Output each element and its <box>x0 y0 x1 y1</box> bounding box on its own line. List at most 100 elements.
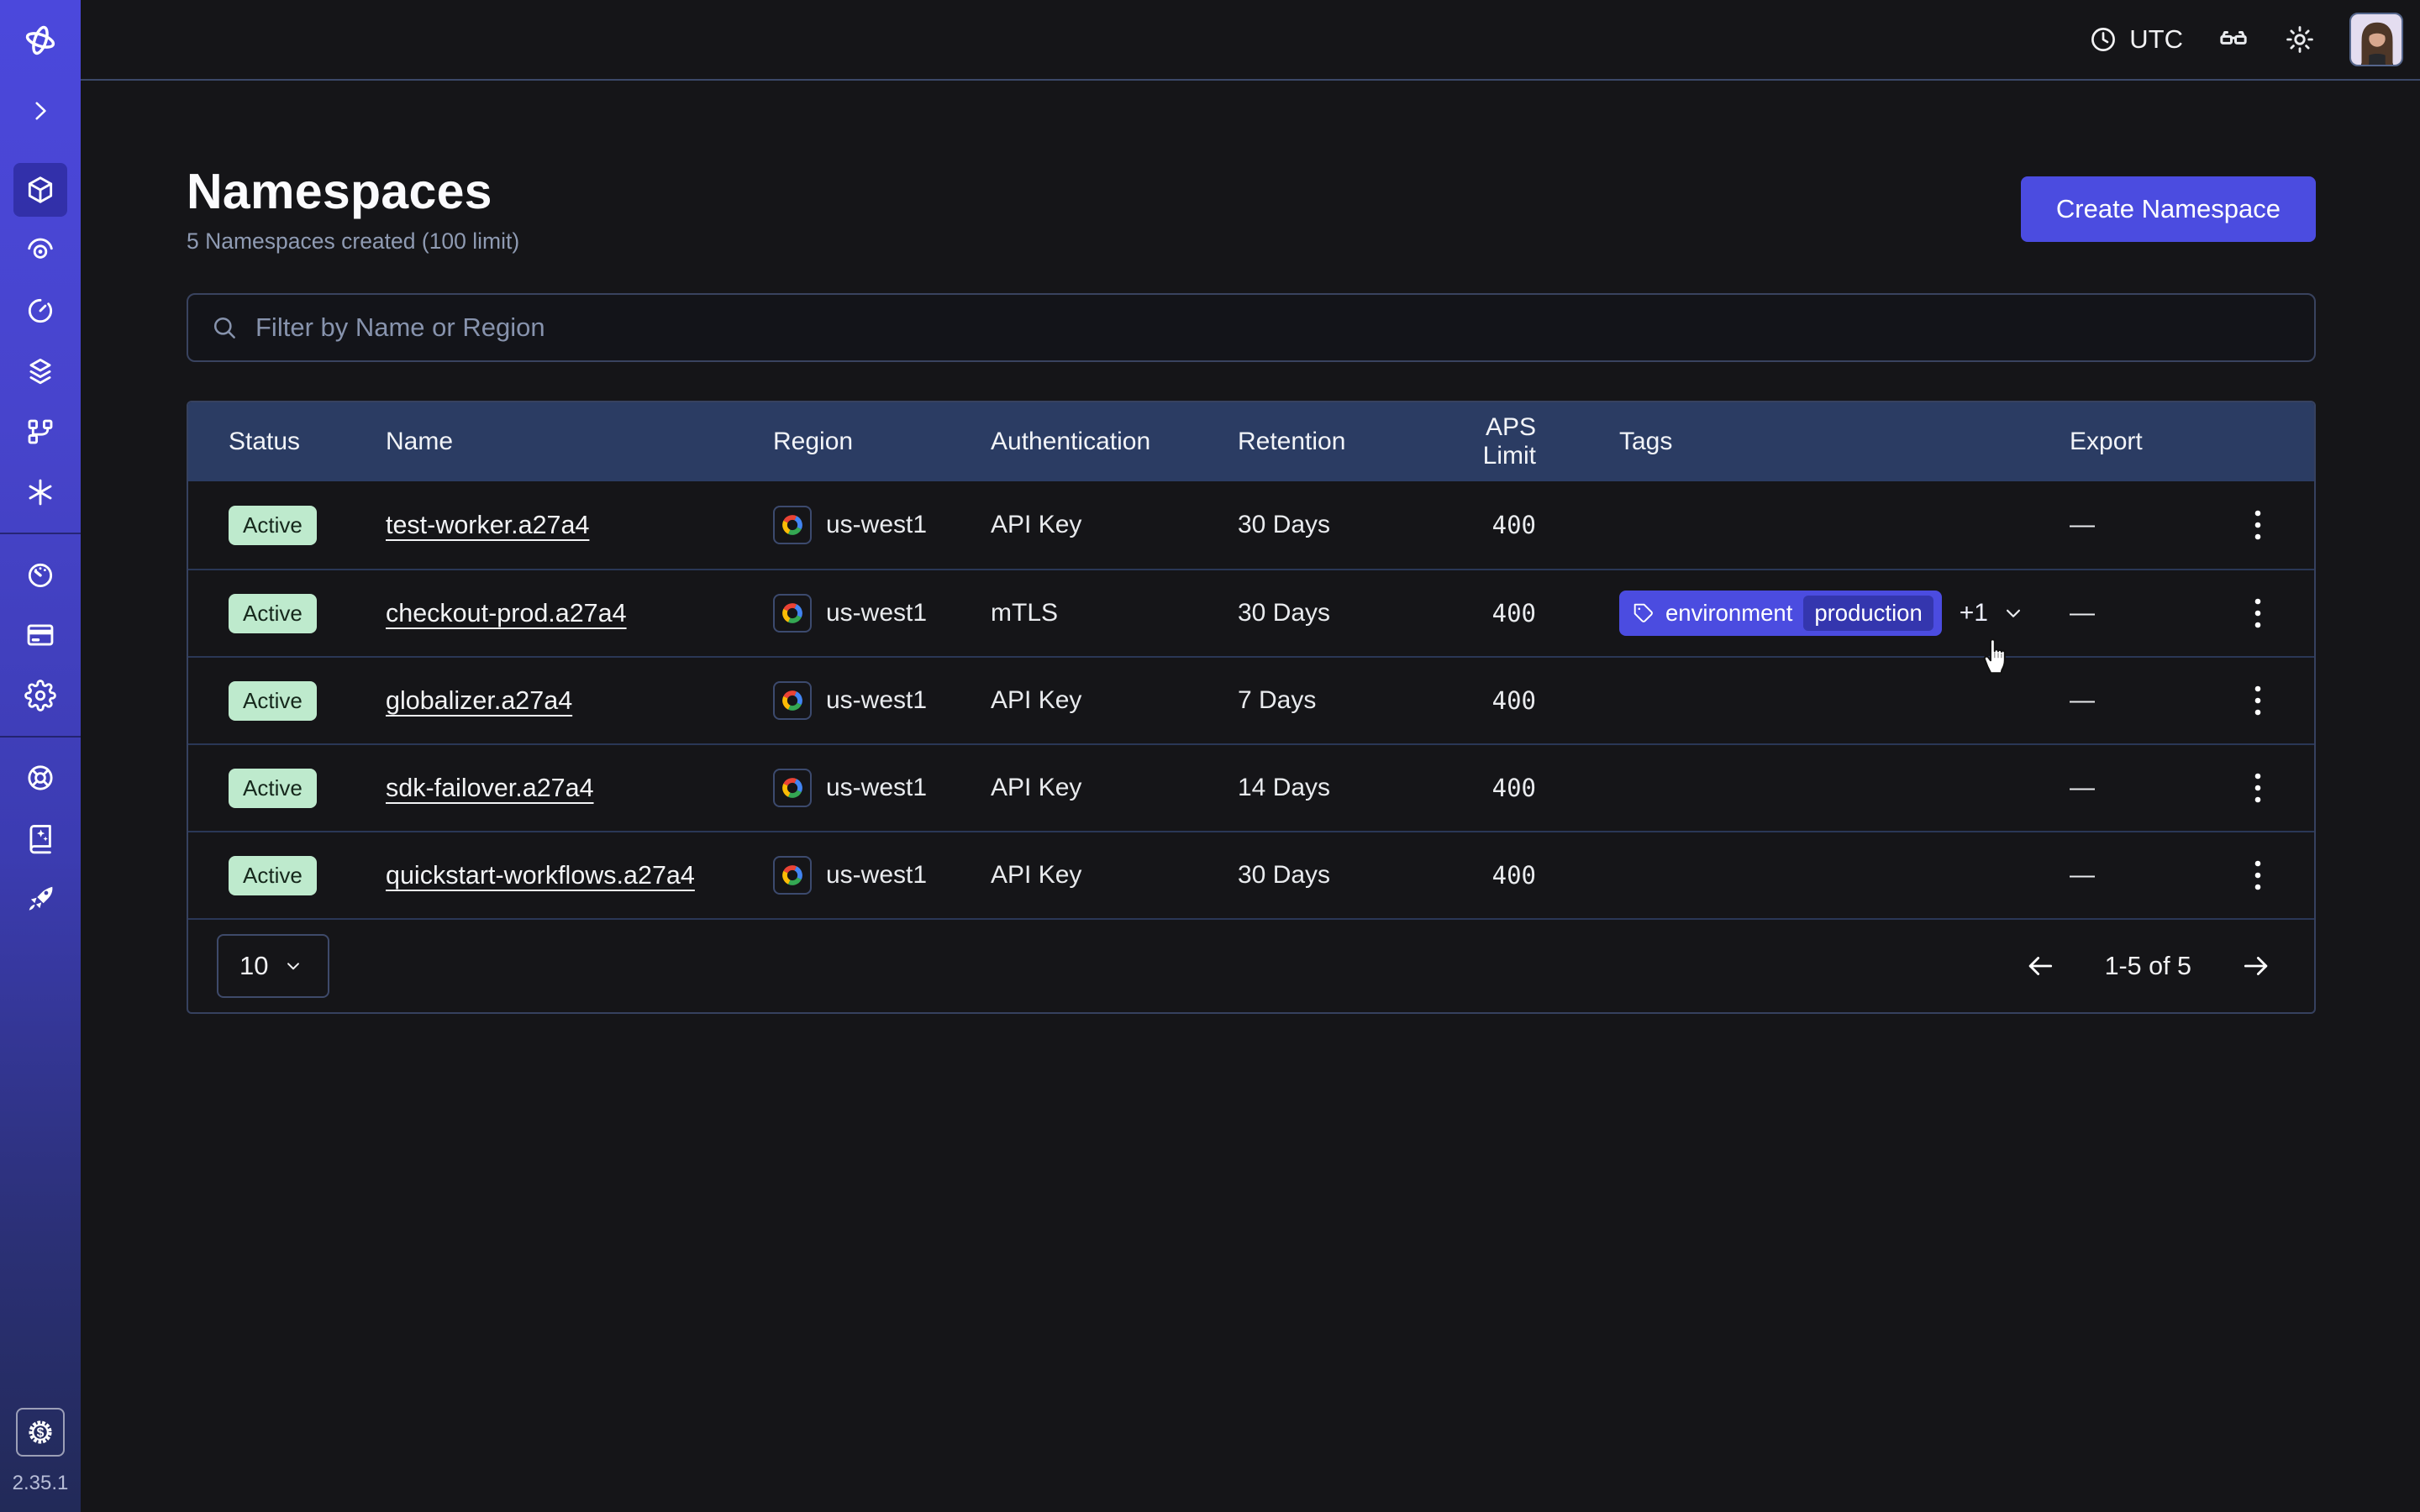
sidebar-item-schedules[interactable] <box>13 284 67 338</box>
sidebar-item-insights[interactable] <box>13 223 67 277</box>
export-value: — <box>2070 774 2241 802</box>
col-region: Region <box>773 428 991 456</box>
google-cloud-icon <box>773 681 812 720</box>
auth-method: API Key <box>991 686 1238 715</box>
auth-method: API Key <box>991 861 1238 890</box>
sidebar-divider <box>0 533 81 534</box>
sidebar-expand-button[interactable] <box>13 84 67 138</box>
status-badge: Active <box>229 594 317 633</box>
sidebar-item-getting-started[interactable] <box>13 872 67 926</box>
export-value: — <box>2070 861 2241 890</box>
row-menu-button[interactable] <box>2245 850 2270 900</box>
tag-value: production <box>1803 596 1933 631</box>
page-size-value: 10 <box>239 951 268 981</box>
timer-icon <box>24 295 56 327</box>
tags-more-count: +1 <box>1960 599 1988 627</box>
sidebar-item-usage[interactable] <box>13 548 67 601</box>
row-menu-button[interactable] <box>2245 500 2270 550</box>
row-menu-button[interactable] <box>2245 675 2270 726</box>
arrow-right-icon <box>2240 950 2272 982</box>
table-header: Status Name Region Authentication Retent… <box>188 402 2314 481</box>
col-retention: Retention <box>1238 428 1430 456</box>
namespace-link[interactable]: test-worker.a27a4 <box>386 511 589 539</box>
search-icon <box>210 313 239 342</box>
table-row: Active quickstart-workflows.a27a4 us-wes… <box>188 831 2314 918</box>
table-footer: 10 1-5 of 5 <box>188 918 2314 1012</box>
sidebar-item-billing[interactable] <box>13 608 67 662</box>
export-value: — <box>2070 686 2241 715</box>
sidebar-item-settings[interactable] <box>13 669 67 722</box>
lifebuoy-icon <box>24 762 56 794</box>
dollar-seal-icon: $ <box>25 1417 55 1447</box>
col-status: Status <box>229 428 386 456</box>
auth-method: API Key <box>991 774 1238 802</box>
namespace-link[interactable]: globalizer.a27a4 <box>386 686 572 715</box>
gauge-icon <box>24 559 56 591</box>
cube-icon <box>24 174 56 206</box>
theme-toggle-button[interactable] <box>2284 24 2316 55</box>
rocket-icon <box>24 883 56 915</box>
sidebar-item-batch-operations[interactable] <box>13 405 67 459</box>
sidebar-item-docs[interactable] <box>13 811 67 865</box>
page-size-select[interactable]: 10 <box>217 934 329 998</box>
google-cloud-icon <box>773 594 812 633</box>
col-name: Name <box>386 428 773 456</box>
aps-limit-value: 400 <box>1492 511 1536 539</box>
status-badge: Active <box>229 769 317 808</box>
retention-value: 30 Days <box>1238 861 1430 890</box>
page-title: Namespaces <box>187 163 519 220</box>
google-cloud-icon <box>773 856 812 895</box>
timezone-label: UTC <box>2129 24 2183 55</box>
sidebar-item-namespaces[interactable] <box>13 163 67 217</box>
sidebar-item-nexus[interactable] <box>13 465 67 519</box>
branch-icon <box>24 416 56 448</box>
gear-icon <box>24 680 56 711</box>
aps-limit-value: 400 <box>1492 599 1536 627</box>
kebab-icon <box>2254 508 2262 542</box>
filter-input[interactable] <box>255 312 2292 343</box>
tags-cell: environment production +1 <box>1536 591 2070 636</box>
user-avatar-image <box>2351 14 2402 66</box>
tag-icon <box>1633 602 1655 624</box>
sidebar: $ 2.35.1 <box>0 0 81 1512</box>
col-authentication: Authentication <box>991 428 1238 456</box>
region-label: us-west1 <box>826 774 927 802</box>
region-label: us-west1 <box>826 686 927 715</box>
layers-icon <box>24 355 56 387</box>
namespace-link[interactable]: checkout-prod.a27a4 <box>386 599 627 627</box>
glasses-icon <box>2217 23 2250 56</box>
aps-limit-value: 400 <box>1492 686 1536 715</box>
tag-pill[interactable]: environment production <box>1619 591 1942 636</box>
table-row: Active test-worker.a27a4 us-west1 API Ke… <box>188 481 2314 569</box>
credits-button[interactable]: $ <box>16 1408 65 1457</box>
sidebar-item-support[interactable] <box>13 751 67 805</box>
status-badge: Active <box>229 681 317 721</box>
app-version: 2.35.1 <box>13 1472 69 1495</box>
row-menu-button[interactable] <box>2245 763 2270 813</box>
sidebar-item-deployments[interactable] <box>13 344 67 398</box>
credit-card-icon <box>24 619 56 651</box>
avatar[interactable] <box>2349 13 2403 66</box>
table-body: Active test-worker.a27a4 us-west1 API Ke… <box>188 481 2314 918</box>
retention-value: 30 Days <box>1238 511 1430 539</box>
kebab-icon <box>2254 684 2262 717</box>
asterisk-icon <box>24 476 56 508</box>
prev-page-button[interactable] <box>2021 947 2060 985</box>
eye-spiral-icon <box>24 234 56 266</box>
google-cloud-icon <box>773 506 812 544</box>
export-value: — <box>2070 511 2241 539</box>
tags-expand-chevron[interactable] <box>2001 601 2026 626</box>
namespace-link[interactable]: sdk-failover.a27a4 <box>386 774 594 802</box>
labs-toggle-button[interactable] <box>2217 23 2250 56</box>
create-namespace-button[interactable]: Create Namespace <box>2021 176 2316 242</box>
row-menu-button[interactable] <box>2245 588 2270 638</box>
status-badge: Active <box>229 506 317 545</box>
topbar: UTC <box>81 0 2420 81</box>
timezone-button[interactable]: UTC <box>2088 24 2183 55</box>
next-page-button[interactable] <box>2237 947 2275 985</box>
temporal-logo-icon[interactable] <box>0 0 81 81</box>
namespace-link[interactable]: quickstart-workflows.a27a4 <box>386 861 695 890</box>
namespaces-table: Status Name Region Authentication Retent… <box>187 401 2316 1014</box>
status-badge: Active <box>229 856 317 895</box>
kebab-icon <box>2254 771 2262 805</box>
